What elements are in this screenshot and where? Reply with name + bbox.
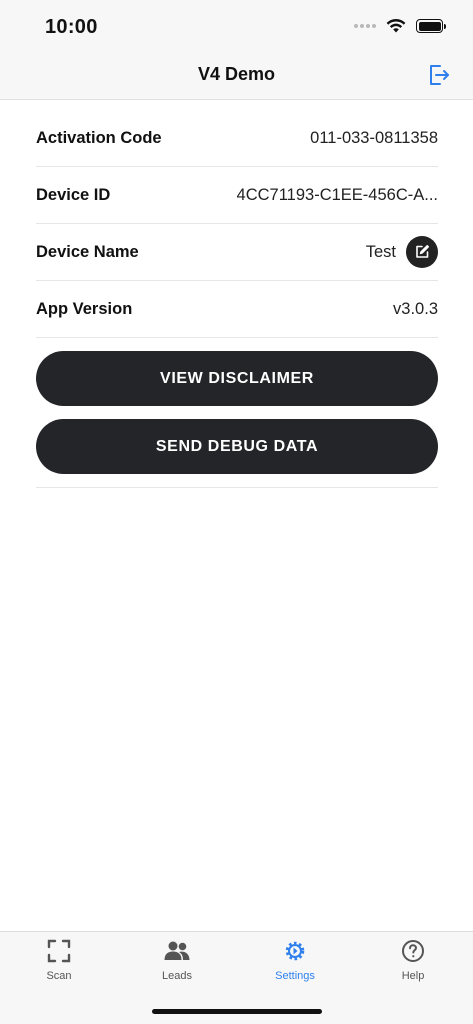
send-debug-data-button[interactable]: SEND DEBUG DATA bbox=[36, 419, 438, 474]
signal-icon bbox=[354, 24, 376, 28]
tab-help[interactable]: Help bbox=[373, 938, 453, 988]
header: 10:00 V4 Demo bbox=[0, 0, 473, 100]
tab-help-label: Help bbox=[401, 970, 425, 982]
device-name-label: Device Name bbox=[36, 242, 139, 261]
tab-settings-label: Settings bbox=[275, 970, 315, 982]
settings-list: Activation Code 011-033-0811358 Device I… bbox=[36, 110, 438, 488]
app-version-row: App Version v3.0.3 bbox=[36, 281, 438, 338]
people-icon bbox=[164, 938, 190, 964]
help-icon bbox=[400, 938, 426, 964]
tab-scan[interactable]: Scan bbox=[19, 938, 99, 988]
gear-icon bbox=[282, 938, 308, 964]
action-buttons: VIEW DISCLAIMER SEND DEBUG DATA bbox=[36, 338, 438, 488]
activation-code-label: Activation Code bbox=[36, 128, 162, 147]
activation-code-row: Activation Code 011-033-0811358 bbox=[36, 110, 438, 167]
status-time: 10:00 bbox=[45, 16, 98, 38]
device-id-row: Device ID 4CC71193-C1EE-456C-A... bbox=[36, 167, 438, 224]
tab-leads[interactable]: Leads bbox=[137, 938, 217, 988]
edit-device-name-button[interactable] bbox=[406, 236, 438, 268]
status-icons bbox=[354, 18, 446, 34]
logout-icon bbox=[430, 65, 449, 85]
tab-scan-label: Scan bbox=[46, 970, 72, 982]
scan-icon bbox=[46, 938, 72, 964]
device-name-value-group: Test bbox=[366, 236, 438, 268]
device-name-value: Test bbox=[365, 242, 396, 261]
device-id-label: Device ID bbox=[36, 185, 111, 204]
edit-icon bbox=[416, 245, 429, 258]
device-id-value: 4CC71193-C1EE-456C-A... bbox=[236, 185, 438, 204]
tab-settings[interactable]: Settings bbox=[255, 938, 335, 988]
settings-screen: 10:00 V4 Demo Activation Code 011-033-08… bbox=[0, 0, 473, 1024]
home-indicator bbox=[152, 1009, 322, 1014]
battery-icon bbox=[416, 19, 446, 33]
device-name-row: Device Name Test bbox=[36, 224, 438, 281]
wifi-icon bbox=[386, 18, 406, 33]
tab-leads-label: Leads bbox=[162, 970, 192, 982]
activation-code-value: 011-033-0811358 bbox=[310, 128, 438, 147]
page-title: V4 Demo bbox=[197, 64, 276, 84]
logout-button[interactable] bbox=[427, 62, 451, 88]
app-version-label: App Version bbox=[36, 299, 133, 318]
app-version-value: v3.0.3 bbox=[393, 299, 438, 318]
view-disclaimer-button[interactable]: VIEW DISCLAIMER bbox=[36, 351, 438, 406]
